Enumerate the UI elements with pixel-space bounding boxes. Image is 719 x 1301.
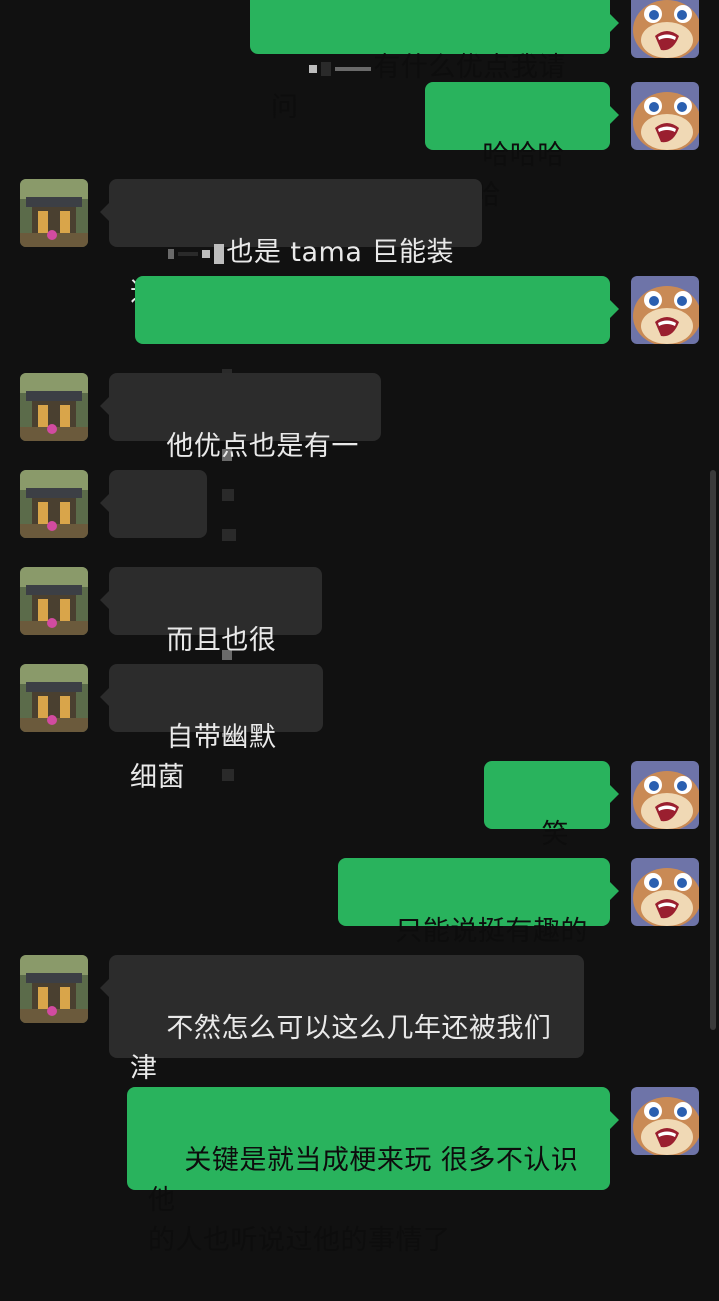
message-bubble[interactable]: 也是 tama 巨能装逼 (100, 179, 482, 308)
contact-avatar[interactable] (20, 955, 88, 1023)
self-avatar[interactable] (631, 276, 699, 344)
message-bubble[interactable]: 哈哈哈哈哈 (425, 82, 619, 211)
message-bubble[interactable]: 有什么优点我请问 (250, 0, 619, 123)
message-bubble[interactable]: 他优点也是有一点 (100, 373, 381, 502)
self-avatar[interactable] (631, 761, 699, 829)
contact-avatar[interactable] (20, 664, 88, 732)
message-bubble[interactable]: 能装 (100, 470, 207, 599)
redacted-mosaic (165, 314, 580, 781)
self-avatar[interactable] (631, 858, 699, 926)
message-bubble[interactable]: 而且也很搞笑 (100, 567, 322, 696)
contact-avatar[interactable] (20, 179, 88, 247)
message-text: 关键是就当成梗来玩 很多不认识他 的人也听说过他的事情了 (148, 1145, 579, 1256)
redacted-mosaic (307, 52, 373, 83)
message-bubble[interactable]: 自带幽默细菌 (100, 664, 323, 793)
redacted-mosaic (166, 237, 226, 268)
message-bubble[interactable]: 只能说挺有趣的吧 (338, 858, 619, 987)
contact-avatar[interactable] (20, 567, 88, 635)
scrollbar[interactable] (710, 470, 716, 1030)
contact-avatar[interactable] (20, 470, 88, 538)
self-avatar[interactable] (631, 0, 699, 58)
self-avatar[interactable] (631, 1087, 699, 1155)
message-bubble[interactable]: 笑死了 (484, 761, 619, 890)
contact-avatar[interactable] (20, 373, 88, 441)
message-bubble-redacted[interactable] (135, 276, 619, 781)
message-bubble[interactable]: 不然怎么可以这么几年还被我们津 津乐道 (100, 955, 584, 1124)
self-avatar[interactable] (631, 82, 699, 150)
message-bubble[interactable]: 关键是就当成梗来玩 很多不认识他 的人也听说过他的事情了 (127, 1087, 619, 1256)
